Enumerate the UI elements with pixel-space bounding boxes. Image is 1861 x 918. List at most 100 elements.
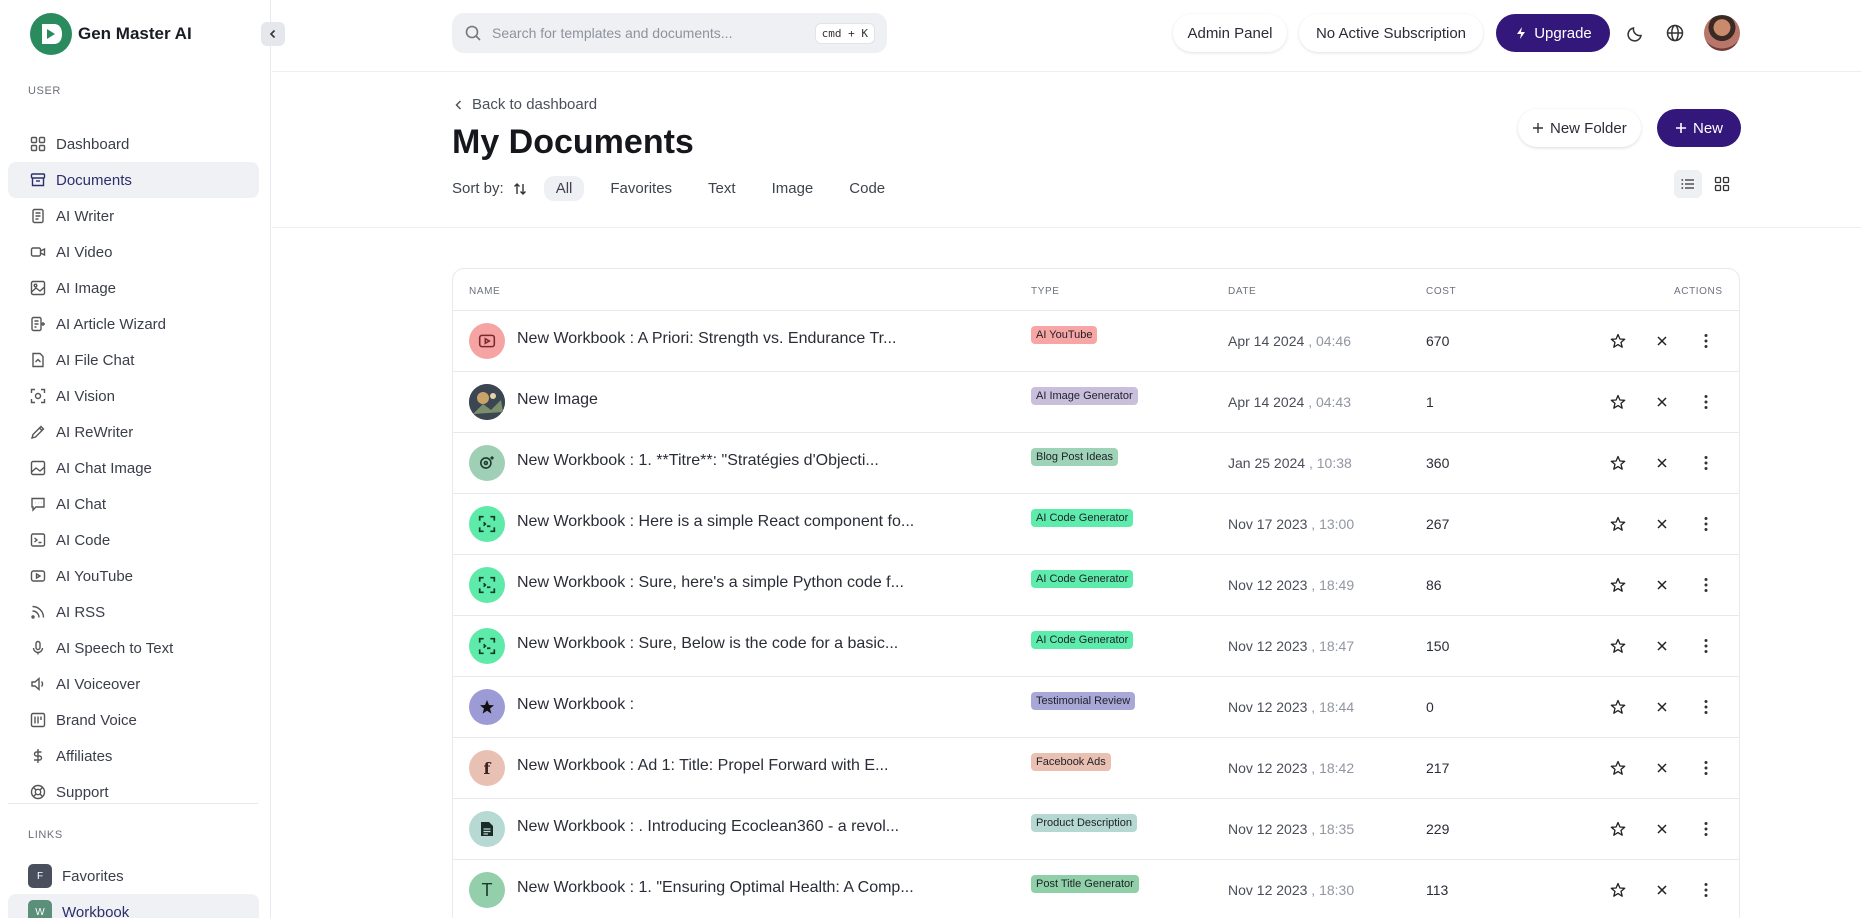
column-header-cost[interactable]: COST (1426, 286, 1456, 297)
search-input[interactable] (492, 25, 815, 41)
sidebar-item-ai-chat-image[interactable]: AI Chat Image (8, 450, 259, 486)
more-options-button[interactable] (1691, 448, 1721, 478)
dark-mode-toggle[interactable] (1622, 19, 1650, 47)
filter-image[interactable]: Image (760, 176, 826, 201)
document-name[interactable]: New Workbook : (517, 696, 634, 714)
delete-button[interactable] (1647, 448, 1677, 478)
delete-button[interactable] (1647, 387, 1677, 417)
column-header-date[interactable]: DATE (1228, 286, 1256, 297)
delete-button[interactable] (1647, 326, 1677, 356)
date-value: Nov 12 2023 (1228, 577, 1308, 593)
favorite-button[interactable] (1603, 753, 1633, 783)
sidebar-item-ai-rss[interactable]: AI RSS (8, 594, 259, 630)
subscription-button[interactable]: No Active Subscription (1299, 14, 1483, 52)
favorite-button[interactable] (1603, 570, 1633, 600)
sidebar-item-support[interactable]: Support (8, 774, 259, 810)
grid-view-toggle[interactable] (1708, 170, 1736, 198)
favorite-button[interactable] (1603, 875, 1633, 905)
document-name[interactable]: New Workbook : Sure, Below is the code f… (517, 635, 898, 653)
column-header-type[interactable]: TYPE (1031, 286, 1060, 297)
favorite-button[interactable] (1603, 448, 1633, 478)
delete-button[interactable] (1647, 692, 1677, 722)
document-date: Jan 25 2024 , 10:38 (1228, 455, 1352, 471)
more-options-button[interactable] (1691, 387, 1721, 417)
sidebar-item-ai-speech-to-text[interactable]: AI Speech to Text (8, 630, 259, 666)
search-bar[interactable]: cmd + K (452, 13, 887, 53)
new-folder-button[interactable]: New Folder (1518, 109, 1641, 147)
sidebar-item-affiliates[interactable]: Affiliates (8, 738, 259, 774)
link-item-workbook[interactable]: W Workbook (8, 894, 259, 918)
delete-button[interactable] (1647, 814, 1677, 844)
favorite-button[interactable] (1603, 814, 1633, 844)
table-row[interactable]: f New Workbook : Ad 1: Title: Propel Forw… (453, 738, 1739, 799)
more-options-button[interactable] (1691, 631, 1721, 661)
brand[interactable]: Gen Master AI (30, 13, 192, 55)
favorite-button[interactable] (1603, 387, 1633, 417)
favorite-button[interactable] (1603, 326, 1633, 356)
more-options-button[interactable] (1691, 570, 1721, 600)
more-options-button[interactable] (1691, 814, 1721, 844)
sidebar-item-ai-chat[interactable]: AI Chat (8, 486, 259, 522)
rss-icon (31, 605, 45, 619)
type-badge: Product Description (1031, 814, 1137, 832)
back-to-dashboard-link[interactable]: Back to dashboard (454, 96, 597, 113)
sidebar-item-documents[interactable]: Documents (8, 162, 259, 198)
sidebar-item-brand-voice[interactable]: Brand Voice (8, 702, 259, 738)
sidebar-item-dashboard[interactable]: Dashboard (8, 126, 259, 162)
more-options-button[interactable] (1691, 875, 1721, 905)
admin-panel-button[interactable]: Admin Panel (1173, 14, 1287, 52)
table-row[interactable]: New Workbook : Here is a simple React co… (453, 494, 1739, 555)
table-row[interactable]: New Image AI Image Generator Apr 14 2024 ,… (453, 372, 1739, 433)
table-row[interactable]: T New Workbook : 1. "Ensuring Optimal Hea… (453, 860, 1739, 918)
delete-button[interactable] (1647, 570, 1677, 600)
sidebar-item-ai-image[interactable]: AI Image (8, 270, 259, 306)
table-row[interactable]: New Workbook : . Introducing Ecoclean360… (453, 799, 1739, 860)
sidebar-item-ai-vision[interactable]: AI Vision (8, 378, 259, 414)
filter-text[interactable]: Text (696, 176, 748, 201)
document-name[interactable]: New Workbook : 1. **Titre**: "Stratégies… (517, 452, 879, 470)
sidebar-item-ai-article-wizard[interactable]: AI Article Wizard (8, 306, 259, 342)
sidebar-item-ai-file-chat[interactable]: AI File Chat (8, 342, 259, 378)
list-view-toggle[interactable] (1674, 170, 1702, 198)
favorite-button[interactable] (1603, 692, 1633, 722)
sidebar-item-ai-video[interactable]: AI Video (8, 234, 259, 270)
document-name[interactable]: New Workbook : Here is a simple React co… (517, 513, 914, 531)
column-header-name[interactable]: NAME (469, 286, 500, 297)
favorite-button[interactable] (1603, 631, 1633, 661)
sidebar-item-ai-writer[interactable]: AI Writer (8, 198, 259, 234)
table-row[interactable]: New Workbook : Sure, here's a simple Pyt… (453, 555, 1739, 616)
sidebar-item-ai-code[interactable]: AI Code (8, 522, 259, 558)
table-row[interactable]: New Workbook : 1. **Titre**: "Stratégies… (453, 433, 1739, 494)
new-document-button[interactable]: New (1657, 109, 1741, 147)
sidebar-item-ai-youtube[interactable]: AI YouTube (8, 558, 259, 594)
document-name[interactable]: New Workbook : A Priori: Strength vs. En… (517, 330, 896, 348)
table-row[interactable]: New Workbook : A Priori: Strength vs. En… (453, 311, 1739, 372)
filter-code[interactable]: Code (837, 176, 897, 201)
document-name[interactable]: New Workbook : Sure, here's a simple Pyt… (517, 574, 904, 592)
sidebar-item-ai-voiceover[interactable]: AI Voiceover (8, 666, 259, 702)
favorite-button[interactable] (1603, 509, 1633, 539)
document-name[interactable]: New Image (517, 391, 598, 409)
sort-toggle-button[interactable] (512, 181, 528, 197)
collapse-sidebar-button[interactable] (261, 22, 285, 46)
delete-button[interactable] (1647, 631, 1677, 661)
sidebar-item-ai-rewriter[interactable]: AI ReWriter (8, 414, 259, 450)
filter-all[interactable]: All (543, 176, 585, 201)
delete-button[interactable] (1647, 875, 1677, 905)
table-row[interactable]: New Workbook : Testimonial Review Nov 12 2… (453, 677, 1739, 738)
user-avatar[interactable] (1704, 15, 1740, 51)
document-name[interactable]: New Workbook : . Introducing Ecoclean360… (517, 818, 899, 836)
delete-button[interactable] (1647, 509, 1677, 539)
more-options-button[interactable] (1691, 326, 1721, 356)
filter-favorites[interactable]: Favorites (598, 176, 684, 201)
upgrade-button[interactable]: Upgrade (1496, 14, 1610, 52)
language-button[interactable] (1661, 19, 1689, 47)
delete-button[interactable] (1647, 753, 1677, 783)
more-options-button[interactable] (1691, 509, 1721, 539)
more-options-button[interactable] (1691, 692, 1721, 722)
document-name[interactable]: New Workbook : 1. "Ensuring Optimal Heal… (517, 879, 914, 897)
link-item-favorites[interactable]: F Favorites (8, 858, 259, 894)
document-name[interactable]: New Workbook : Ad 1: Title: Propel Forwa… (517, 757, 888, 775)
more-options-button[interactable] (1691, 753, 1721, 783)
table-row[interactable]: New Workbook : Sure, Below is the code f… (453, 616, 1739, 677)
